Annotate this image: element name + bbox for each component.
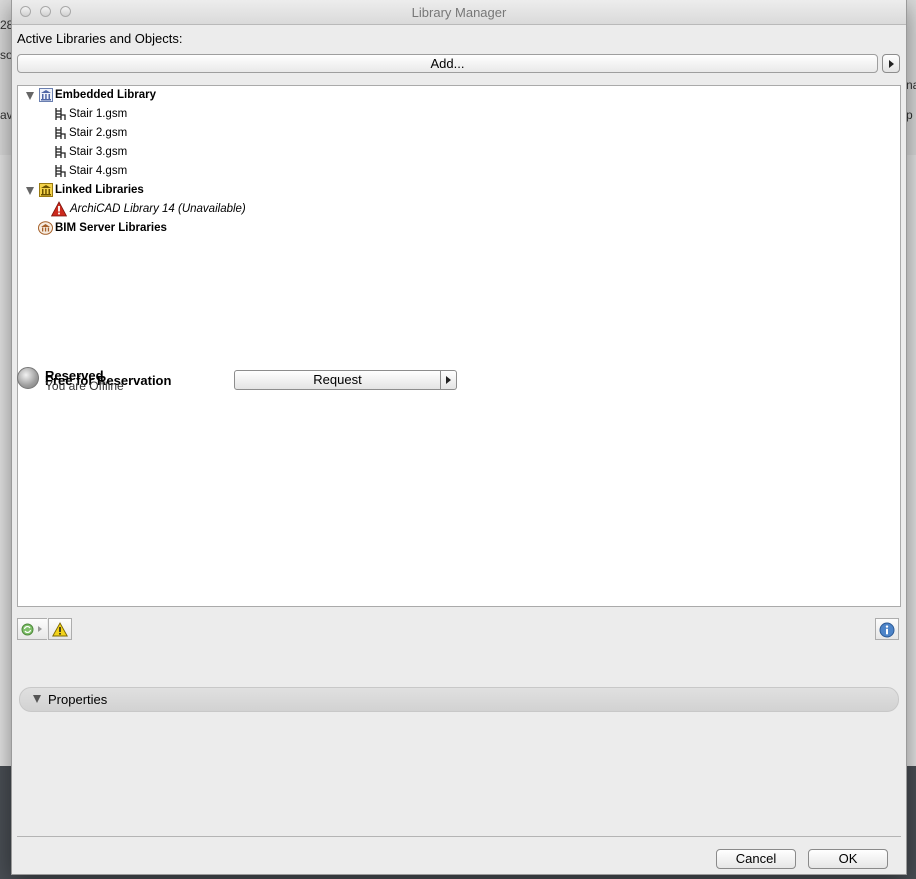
divider xyxy=(17,836,901,837)
background-text: na xyxy=(906,78,916,92)
reservation-status: Reserved Free for Reservation You are Of… xyxy=(17,367,477,395)
tree-item-label: Embedded Library xyxy=(55,89,156,101)
background-text: p xyxy=(906,108,913,122)
tree-item-object[interactable]: Stair 4.gsm xyxy=(18,162,878,181)
stair-object-icon xyxy=(54,164,68,178)
warning-icon xyxy=(50,201,68,217)
library-tree[interactable]: Embedded Library Stair 1.gsm Stair 2.gsm… xyxy=(17,85,901,607)
active-libraries-label: Active Libraries and Objects: xyxy=(17,31,183,46)
tree-item-label: Stair 1.gsm xyxy=(69,108,128,120)
stair-object-icon xyxy=(54,126,68,140)
library-warnings-button[interactable] xyxy=(48,618,72,640)
request-options-button[interactable] xyxy=(441,370,457,390)
tree-item-bim-server-libraries[interactable]: BIM Server Libraries xyxy=(18,219,878,238)
tree-item-label: BIM Server Libraries xyxy=(55,222,167,234)
stair-object-icon xyxy=(54,107,68,121)
disclosure-triangle-icon[interactable] xyxy=(33,695,41,703)
tree-item-label: Linked Libraries xyxy=(55,184,144,196)
info-button[interactable] xyxy=(875,618,899,640)
sync-button[interactable] xyxy=(17,618,47,640)
stair-object-icon xyxy=(54,145,68,159)
request-button[interactable]: Request xyxy=(234,370,441,390)
embedded-library-icon xyxy=(39,88,53,102)
window-title: Library Manager xyxy=(411,5,507,20)
status-lamp-icon xyxy=(17,367,39,389)
add-library-button[interactable]: Add... xyxy=(17,54,878,73)
sync-icon xyxy=(21,623,34,639)
ok-button[interactable]: OK xyxy=(808,849,888,869)
tree-item-label: Stair 2.gsm xyxy=(69,127,128,139)
title-bar[interactable]: Library Manager xyxy=(12,0,906,25)
chevron-right-icon xyxy=(889,60,894,68)
tree-item-linked-libraries[interactable]: Linked Libraries xyxy=(18,181,878,200)
chevron-right-icon xyxy=(446,376,451,384)
bim-server-library-icon xyxy=(38,221,53,235)
tree-item-object[interactable]: Stair 3.gsm xyxy=(18,143,878,162)
linked-library-icon xyxy=(39,183,53,197)
tree-item-label: ArchiCAD Library 14 (Unavailable) xyxy=(70,203,246,215)
chevron-right-icon xyxy=(38,626,42,632)
info-icon xyxy=(879,622,895,641)
status-offline-text: You are Offline xyxy=(45,379,124,393)
library-manager-window: Library Manager Active Libraries and Obj… xyxy=(11,0,907,875)
tree-item-label: Stair 3.gsm xyxy=(69,146,128,158)
tree-item-label: Stair 4.gsm xyxy=(69,165,128,177)
tree-item-object[interactable]: Stair 2.gsm xyxy=(18,124,878,143)
cancel-button[interactable]: Cancel xyxy=(716,849,796,869)
disclosure-triangle-icon[interactable] xyxy=(26,187,34,195)
properties-label: Properties xyxy=(48,692,108,707)
tree-item-object[interactable]: Stair 1.gsm xyxy=(18,105,878,124)
warning-icon xyxy=(52,622,68,640)
tree-item-unavailable-library[interactable]: ArchiCAD Library 14 (Unavailable) xyxy=(18,200,878,219)
add-options-menu-button[interactable] xyxy=(882,54,900,73)
properties-section[interactable]: Properties xyxy=(19,687,899,712)
disclosure-triangle-icon[interactable] xyxy=(26,92,34,100)
tree-item-embedded-library[interactable]: Embedded Library xyxy=(18,86,878,105)
